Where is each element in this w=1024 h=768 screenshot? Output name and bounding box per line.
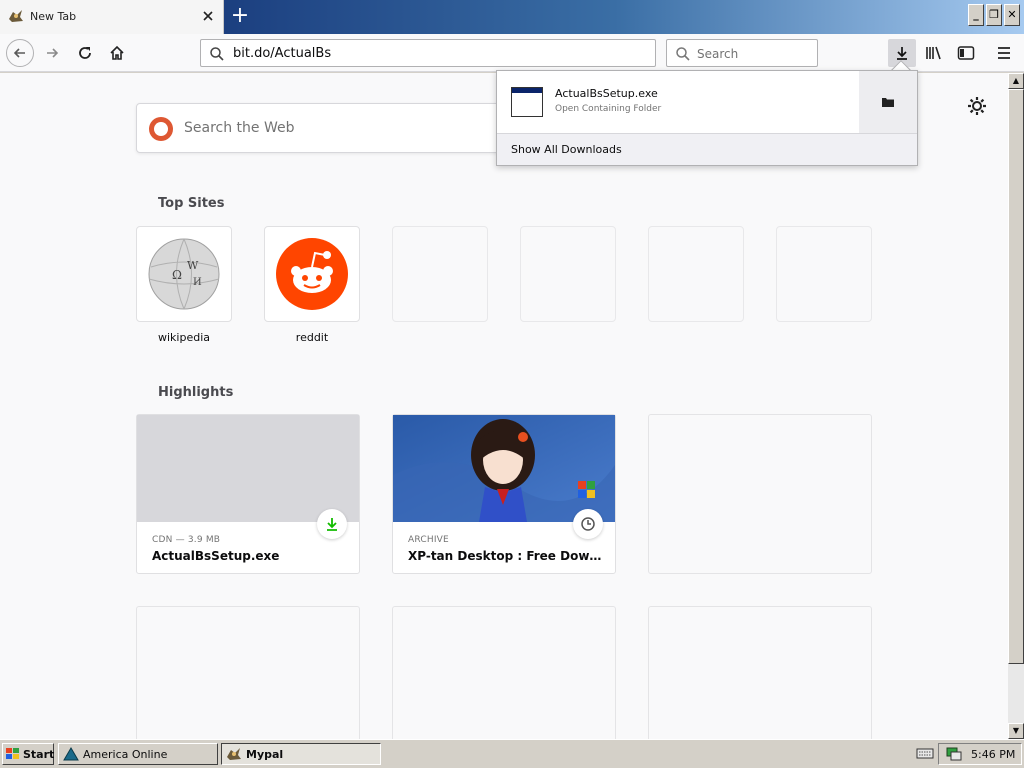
task-america-online[interactable]: America Online <box>58 743 218 765</box>
highlight-title: ActualBsSetup.exe <box>152 549 280 563</box>
highlight-badge <box>573 509 603 539</box>
sidebar-button[interactable] <box>952 39 980 67</box>
clock: 5:46 PM <box>971 748 1016 761</box>
restore-button[interactable]: ❐ <box>986 4 1002 26</box>
close-tab-icon[interactable] <box>200 8 216 24</box>
highlights-heading: Highlights <box>158 385 234 400</box>
top-site-empty[interactable] <box>520 226 616 322</box>
highlight-empty <box>392 606 616 739</box>
top-site-label: wikipedia <box>157 331 210 344</box>
highlight-title: XP-tan Desktop : Free Download... <box>408 549 608 563</box>
windows-flag-icon <box>6 748 19 759</box>
new-tab-plus-icon[interactable]: + <box>228 5 252 29</box>
windows-taskbar: Start America Online Mypal 5:46 PM <box>0 739 1024 768</box>
forward-button[interactable] <box>38 39 66 67</box>
download-file-name: ActualBsSetup.exe <box>555 87 658 100</box>
download-item[interactable]: ActualBsSetup.exe Open Containing Folder <box>497 71 917 133</box>
search-icon <box>676 47 690 61</box>
highlight-badge <box>317 509 347 539</box>
task-label: Mypal <box>246 748 284 761</box>
scroll-down-arrow-icon[interactable]: ▼ <box>1008 723 1024 739</box>
back-button[interactable] <box>6 39 34 67</box>
highlight-empty <box>648 414 872 574</box>
search-placeholder: Search <box>697 47 739 61</box>
highlight-card[interactable]: ARCHIVE XP-tan Desktop : Free Download..… <box>392 414 616 574</box>
scroll-up-arrow-icon[interactable]: ▲ <box>1008 73 1024 89</box>
highlight-meta: CDN — 3.9 MB <box>152 535 221 545</box>
system-tray: 5:46 PM <box>938 743 1022 765</box>
web-search-placeholder: Search the Web <box>184 120 295 136</box>
home-button[interactable] <box>103 39 131 67</box>
show-all-downloads-label: Show All Downloads <box>511 143 622 156</box>
keyboard-icon[interactable] <box>916 746 934 760</box>
top-site-empty[interactable] <box>776 226 872 322</box>
network-icon[interactable] <box>945 746 963 762</box>
mypal-app-icon <box>227 748 241 760</box>
reload-icon <box>79 47 91 59</box>
web-search-box[interactable]: Search the Web <box>136 103 516 153</box>
start-button[interactable]: Start <box>2 743 54 765</box>
task-mypal[interactable]: Mypal <box>221 743 381 765</box>
top-site-reddit[interactable] <box>264 226 360 322</box>
gear-icon[interactable] <box>966 95 988 117</box>
library-icon <box>926 46 941 60</box>
tab-new-tab[interactable]: New Tab <box>0 0 224 34</box>
folder-icon <box>882 98 894 107</box>
start-label: Start <box>23 748 55 761</box>
exe-file-icon <box>511 87 543 117</box>
sidebar-icon <box>957 46 975 60</box>
scroll-thumb[interactable] <box>1008 89 1024 664</box>
downloads-panel: ActualBsSetup.exe Open Containing Folder… <box>496 70 918 166</box>
highlight-thumbnail <box>137 415 359 522</box>
search-bar[interactable]: Search <box>666 39 818 67</box>
duckduckgo-logo-icon <box>149 117 173 141</box>
aol-triangle-icon <box>63 747 79 761</box>
highlight-empty <box>136 606 360 739</box>
home-icon <box>110 45 124 60</box>
menu-button[interactable] <box>990 39 1018 67</box>
page-scrollbar[interactable]: ▲ ▼ <box>1008 73 1024 739</box>
svg-text:W: W <box>187 259 199 272</box>
search-icon <box>210 47 224 61</box>
top-site-empty[interactable] <box>392 226 488 322</box>
clock-icon <box>581 517 595 531</box>
svg-text:И: И <box>193 277 202 288</box>
svg-text:Ω: Ω <box>172 268 182 282</box>
library-button[interactable] <box>920 39 948 67</box>
wikipedia-logo-icon: Ω W И <box>148 238 220 310</box>
browser-favicon-icon <box>9 10 23 22</box>
top-site-label: reddit <box>295 331 329 344</box>
new-tab-page: Search the Web Top Sites Ω W И wikipedia <box>0 73 1008 739</box>
arrow-right-icon <box>47 48 59 58</box>
download-icon <box>327 518 337 531</box>
arrow-left-icon <box>13 48 25 58</box>
top-site-wikipedia[interactable]: Ω W И <box>136 226 232 322</box>
tab-title: New Tab <box>30 10 77 23</box>
minimize-button[interactable]: _ <box>968 4 984 26</box>
task-label: America Online <box>83 748 168 761</box>
reddit-logo-icon <box>276 238 348 310</box>
reload-button[interactable] <box>71 39 99 67</box>
navigation-toolbar: bit.do/ActualBs Search <box>0 34 1024 72</box>
window-controls: _ ❐ ✕ <box>968 4 1020 26</box>
highlight-card[interactable]: CDN — 3.9 MB ActualBsSetup.exe <box>136 414 360 574</box>
open-folder-button[interactable] <box>859 71 917 133</box>
hamburger-menu-icon <box>998 47 1010 59</box>
highlight-meta: ARCHIVE <box>408 535 449 545</box>
download-file-action: Open Containing Folder <box>555 104 662 114</box>
highlight-empty <box>648 606 872 739</box>
top-sites-heading: Top Sites <box>158 196 225 211</box>
top-site-empty[interactable] <box>648 226 744 322</box>
url-bar[interactable]: bit.do/ActualBs <box>200 39 656 67</box>
close-window-button[interactable]: ✕ <box>1004 4 1020 26</box>
url-text[interactable]: bit.do/ActualBs <box>233 46 331 61</box>
download-icon <box>897 47 907 60</box>
tab-strip: New Tab + _ ❐ ✕ <box>0 0 1024 34</box>
show-all-downloads-button[interactable]: Show All Downloads <box>497 133 917 165</box>
highlight-thumbnail <box>393 415 615 522</box>
